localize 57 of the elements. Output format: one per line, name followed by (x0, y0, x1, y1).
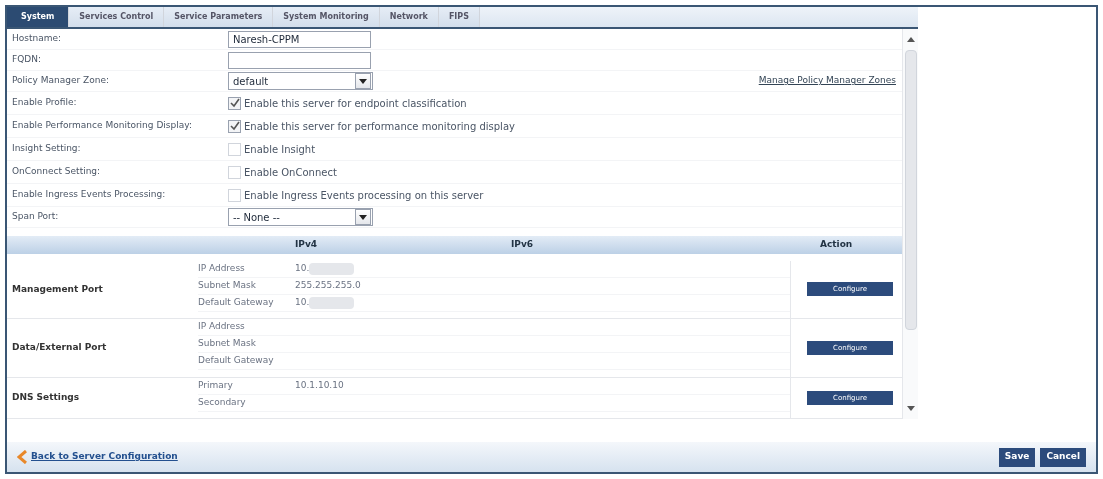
checkbox[interactable] (228, 96, 241, 110)
tab[interactable]: System (7, 7, 70, 27)
row-label: Secondary (198, 395, 247, 409)
ip-value: 10. (295, 261, 310, 275)
scroll-thumb[interactable] (904, 50, 917, 330)
row-label: IP Address (198, 320, 246, 334)
text-field[interactable] (228, 51, 371, 69)
redaction-blur (309, 262, 355, 275)
checkbox-label: Enable this server for endpoint classification (244, 96, 467, 111)
port-name: Data/External Port (12, 341, 107, 354)
text-field[interactable]: Naresh-CPPM (228, 30, 371, 48)
field-label: Enable Profile: (11, 96, 78, 110)
tab[interactable]: System Monitoring (273, 7, 380, 27)
scroll-up-icon[interactable] (906, 37, 915, 42)
scroll-down-icon[interactable] (906, 406, 915, 411)
checkbox[interactable] (228, 165, 241, 179)
column-header: Action (819, 238, 854, 252)
row-label: Subnet Mask (198, 278, 257, 292)
manage-zones-link[interactable]: Manage Policy Manager Zones (758, 74, 896, 88)
field-label: Enable Performance Monitoring Display: (11, 119, 193, 133)
checkbox-label: Enable Insight (244, 142, 316, 157)
back-link[interactable]: Back to Server Configuration (31, 450, 178, 464)
field-label: Enable Ingress Events Processing: (11, 188, 167, 202)
ip-value: 10. (295, 295, 310, 309)
port-name: DNS Settings (12, 391, 80, 404)
field-label: Policy Manager Zone: (11, 74, 110, 88)
checkbox[interactable] (228, 142, 241, 156)
port-name: Management Port (12, 282, 103, 296)
footer-button[interactable]: Save (998, 447, 1036, 467)
checkbox-label: Enable OnConnect (244, 165, 337, 180)
checkbox[interactable] (228, 119, 241, 133)
row-label: IP Address (198, 261, 246, 275)
field-label: Insight Setting: (11, 142, 82, 156)
ip-value: 255.255.255.0 (295, 278, 361, 292)
dropdown[interactable]: -- None -- (228, 208, 373, 226)
ip-value: 10.1.10.10 (295, 378, 344, 392)
tab[interactable]: FIPS (438, 7, 480, 27)
row-label: Default Gateway (198, 295, 275, 309)
tab[interactable]: Services Control (69, 7, 165, 27)
footer-button[interactable]: Cancel (1040, 447, 1086, 467)
row-label: Default Gateway (198, 354, 275, 368)
field-label: Hostname: (11, 32, 63, 46)
dropdown[interactable]: default (228, 72, 373, 90)
checkbox-label: Enable this server for performance monitoring display (244, 119, 515, 134)
row-label: Subnet Mask (198, 337, 257, 351)
column-header: IPv4 (295, 238, 319, 252)
scrollbar[interactable] (902, 29, 918, 419)
redaction-blur (309, 296, 355, 309)
checkbox[interactable] (228, 188, 241, 202)
tab[interactable]: Network (379, 7, 439, 27)
field-label: FQDN: (11, 53, 42, 67)
field-label: Span Port: (11, 210, 60, 224)
row-label: Primary (198, 378, 234, 392)
tab[interactable]: Service Parameters (164, 7, 274, 27)
checkbox-label: Enable Ingress Events processing on this server (244, 188, 484, 203)
column-header: IPv6 (511, 238, 535, 252)
field-label: OnConnect Setting: (11, 165, 102, 179)
